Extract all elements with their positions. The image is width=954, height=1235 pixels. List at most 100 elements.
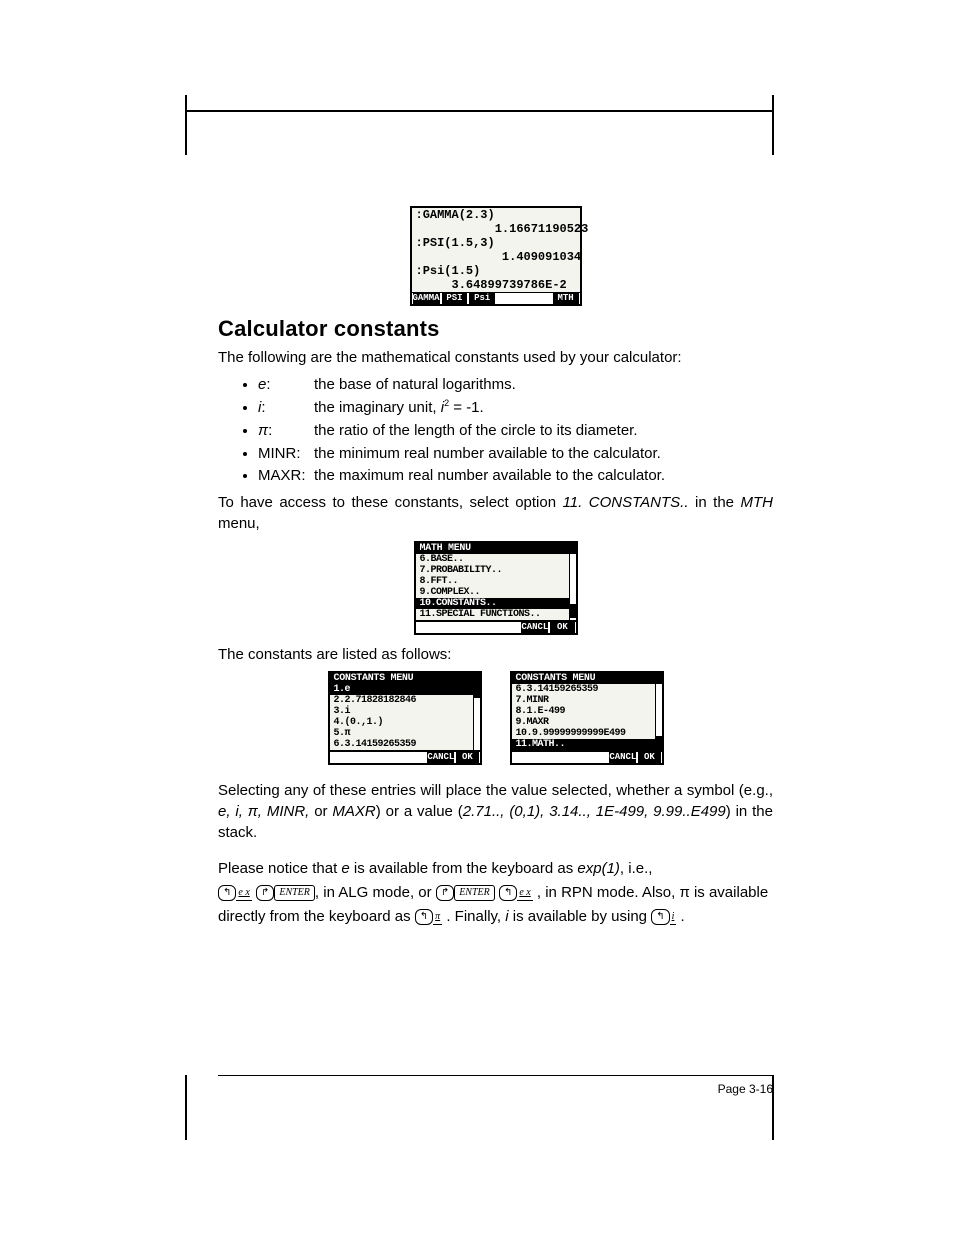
- list-item: e:the base of natural logarithms.: [258, 375, 773, 396]
- menu-list: 6.BASE.. 7.PROBABILITY.. 8.FFT.. 9.COMPL…: [416, 554, 576, 621]
- ex-key-icon: e x: [517, 886, 532, 901]
- menu-title: CONSTANTS MENU: [512, 673, 662, 684]
- footer-rule: [218, 1075, 773, 1076]
- calc-screen: :GAMMA(2.3) 1.16671190523 :PSI(1.5,3) 1.…: [410, 206, 582, 306]
- menu-item: 7.MINR: [512, 695, 662, 706]
- right-shift-key-icon: ↱: [256, 885, 274, 901]
- content-area: :GAMMA(2.3) 1.16671190523 :PSI(1.5,3) 1.…: [218, 200, 773, 929]
- menu-item: 7.PROBABILITY..: [416, 565, 576, 576]
- menu-item-selected: 1.e: [330, 684, 480, 695]
- softkey-ok: OK: [456, 752, 478, 763]
- softkey-cancel: CANCL: [609, 752, 636, 763]
- const-desc: the minimum real number available to the…: [314, 445, 661, 462]
- const-desc: the maximum real number available to the…: [314, 467, 665, 484]
- access-text: To have access to these constants, selec…: [218, 493, 773, 534]
- figure-calc-stack: :GAMMA(2.3) 1.16671190523 :PSI(1.5,3) 1.…: [218, 206, 773, 306]
- calc-screen: CONSTANTS MENU 1.e 2.2.71828182846 3.i 4…: [328, 671, 482, 765]
- scrollbar: [569, 554, 576, 620]
- enter-key-icon: ENTER: [274, 885, 315, 901]
- const-desc: the base of natural logarithms.: [314, 376, 516, 393]
- menu-item: 8.FFT..: [416, 576, 576, 587]
- listed-intro: The constants are listed as follows:: [218, 645, 773, 666]
- i-key-icon: i: [670, 910, 677, 925]
- menu-item: 11.SPECIAL FUNCTIONS..: [416, 609, 576, 620]
- softkey-blank: [443, 622, 467, 633]
- softkey-ok: OK: [638, 752, 660, 763]
- crop-mark: [185, 1075, 187, 1140]
- intro-text: The following are the mathematical const…: [218, 348, 773, 369]
- const-symbol: MAXR: [258, 467, 301, 484]
- left-shift-key-icon: ↰: [499, 885, 517, 901]
- const-desc: the ratio of the length of the circle to…: [314, 422, 638, 439]
- menu-item-selected: 11.MATH..: [512, 739, 662, 750]
- softkey-cancel: CANCL: [427, 752, 454, 763]
- right-shift-key-icon: ↱: [436, 885, 454, 901]
- menu-list: 1.e 2.2.71828182846 3.i 4.(0.,1.) 5.π 6.…: [330, 684, 480, 751]
- softkey-blank: [495, 622, 519, 633]
- scroll-thumb: [656, 736, 662, 750]
- const-symbol: MINR: [258, 445, 296, 462]
- softkey-blank: [469, 622, 493, 633]
- stack-line: 3.64899739786E-2: [412, 278, 580, 292]
- softkey: GAMMA: [413, 293, 440, 304]
- const-symbol: e: [258, 376, 266, 393]
- menu-item: 9.MAXR: [512, 717, 662, 728]
- crop-mark: [772, 95, 774, 155]
- const-desc: the imaginary unit,: [314, 399, 441, 416]
- softkey: PSI: [442, 293, 468, 304]
- softkey-blank: [525, 293, 551, 304]
- softkey-ok: OK: [550, 622, 574, 633]
- menu-list: 6.3.14159265359 7.MINR 8.1.E-499 9.MAXR …: [512, 684, 662, 751]
- menu-item: 10.9.99999999999E499: [512, 728, 662, 739]
- softkey-row: CANCL OK: [512, 751, 662, 763]
- left-shift-key-icon: ↰: [651, 909, 669, 925]
- menu-item: 5.π: [330, 728, 480, 739]
- softkey-cancel: CANCL: [521, 622, 548, 633]
- stack-line: 1.409091034: [412, 250, 580, 264]
- menu-item: 3.i: [330, 706, 480, 717]
- constants-list: e:the base of natural logarithms. i:the …: [258, 375, 773, 487]
- figure-constants-menus: CONSTANTS MENU 1.e 2.2.71828182846 3.i 4…: [218, 671, 773, 765]
- page: :GAMMA(2.3) 1.16671190523 :PSI(1.5,3) 1.…: [0, 0, 954, 1235]
- menu-title: MATH MENU: [416, 543, 576, 554]
- paragraph-keyboard: Please notice that e is available from t…: [218, 857, 773, 929]
- figure-math-menu: MATH MENU 6.BASE.. 7.PROBABILITY.. 8.FFT…: [218, 541, 773, 635]
- softkey-row: CANCL OK: [330, 751, 480, 763]
- list-item: i:the imaginary unit, i2 = -1.: [258, 397, 773, 419]
- formula-tail: = -1.: [449, 399, 484, 416]
- stack-line: 1.16671190523: [412, 222, 580, 236]
- const-symbol: π: [258, 422, 268, 439]
- softkey-row: CANCL OK: [416, 621, 576, 633]
- scroll-thumb: [474, 684, 480, 698]
- stack-line: :PSI(1.5,3): [412, 236, 580, 250]
- softkey: Psi: [469, 293, 495, 304]
- crop-mark: [185, 110, 772, 112]
- scrollbar: [655, 684, 662, 750]
- list-item: MINR:the minimum real number available t…: [258, 444, 773, 465]
- menu-item: 6.BASE..: [416, 554, 576, 565]
- scrollbar: [473, 684, 480, 750]
- calc-screen: MATH MENU 6.BASE.. 7.PROBABILITY.. 8.FFT…: [414, 541, 578, 635]
- section-heading: Calculator constants: [218, 316, 773, 342]
- softkey-blank: [497, 293, 523, 304]
- menu-item: 6.3.14159265359: [512, 684, 662, 695]
- menu-title: CONSTANTS MENU: [330, 673, 480, 684]
- menu-item: 6.3.14159265359: [330, 739, 480, 750]
- pi-key-icon: π: [433, 910, 442, 925]
- left-shift-key-icon: ↰: [415, 909, 433, 925]
- page-number: Page 3-16: [218, 1082, 773, 1096]
- left-shift-key-icon: ↰: [218, 885, 236, 901]
- menu-item: 9.COMPLEX..: [416, 587, 576, 598]
- calc-screen: CONSTANTS MENU 6.3.14159265359 7.MINR 8.…: [510, 671, 664, 765]
- list-item: π:the ratio of the length of the circle …: [258, 421, 773, 442]
- list-item: MAXR:the maximum real number available t…: [258, 466, 773, 487]
- menu-item-selected: 10.CONSTANTS..: [416, 598, 576, 609]
- softkey-blank: [417, 622, 441, 633]
- const-symbol: i: [258, 399, 261, 416]
- enter-key-icon: ENTER: [454, 885, 495, 901]
- crop-mark: [185, 95, 187, 155]
- scroll-thumb: [570, 604, 576, 618]
- menu-item: 8.1.E-499: [512, 706, 662, 717]
- stack-line: :Psi(1.5): [412, 264, 580, 278]
- paragraph-selecting: Selecting any of these entries will plac…: [218, 781, 773, 843]
